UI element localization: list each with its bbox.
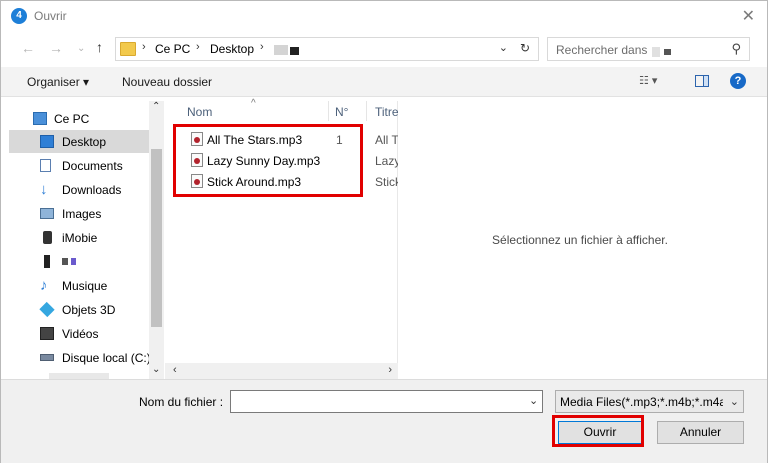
downloads-icon: ↓: [40, 181, 48, 198]
sidebar-item-label: Disque local (C:): [62, 351, 151, 365]
sidebar-item-images[interactable]: Images: [9, 202, 149, 225]
sidebar-item-label: Ce PC: [54, 112, 90, 126]
address-dropdown-icon[interactable]: ⌄: [499, 41, 508, 54]
desktop-icon: [40, 135, 54, 148]
sidebar-item-videos[interactable]: Vidéos: [9, 322, 149, 345]
filename-input[interactable]: [230, 390, 543, 413]
column-header-title[interactable]: Titre: [375, 105, 399, 125]
search-icon[interactable]: ⚲: [731, 41, 741, 57]
files-highlight-annotation: [173, 124, 363, 197]
sidebar-item-device[interactable]: [9, 250, 149, 273]
video-icon: [40, 327, 54, 340]
folder-icon: [120, 42, 136, 56]
file-type-value: Media Files(*.mp3;*.m4b;*.m4a: [560, 395, 723, 409]
sidebar-item-imobie[interactable]: iMobie: [9, 226, 149, 249]
breadcrumb-desktop[interactable]: Desktop: [210, 42, 254, 56]
back-arrow-icon[interactable]: ←: [21, 40, 35, 56]
scroll-down-icon[interactable]: ⌄: [152, 364, 160, 375]
column-header-number[interactable]: N°: [335, 105, 348, 125]
file-list-horizontal-scrollbar[interactable]: ‹ ›: [165, 363, 398, 379]
sidebar-item-label: Images: [62, 207, 102, 221]
music-icon: ♪: [40, 277, 48, 294]
redacted-search-text: [664, 49, 671, 55]
sidebar-item-label: Objets 3D: [62, 303, 116, 317]
open-button-highlight-annotation: [552, 415, 644, 447]
redacted-crumb: [274, 45, 288, 55]
scroll-left-icon[interactable]: ‹: [173, 364, 177, 376]
up-arrow-icon[interactable]: ↑: [96, 39, 103, 55]
sidebar-item-label: Documents: [62, 159, 123, 173]
filename-dropdown-icon[interactable]: ⌄: [529, 394, 538, 407]
sidebar-item-label: Vidéos: [62, 327, 99, 341]
scrollbar-thumb[interactable]: [151, 149, 162, 327]
phone-icon: [43, 231, 52, 244]
dialog-footer: Nom du fichier : ⌄ Media Files(*.mp3;*.m…: [1, 379, 767, 463]
sidebar-item-label: Downloads: [62, 183, 122, 197]
column-header-name[interactable]: Nom: [187, 105, 212, 125]
sidebar-item-downloads[interactable]: ↓ Downloads: [9, 178, 149, 201]
scroll-up-icon[interactable]: ⌃: [152, 101, 160, 112]
filename-label: Nom du fichier :: [139, 395, 224, 409]
help-icon[interactable]: ?: [730, 73, 746, 89]
breadcrumb-ce-pc[interactable]: Ce PC: [155, 42, 190, 56]
device-icon: [44, 255, 50, 268]
forward-arrow-icon[interactable]: →: [49, 40, 63, 56]
documents-icon: [40, 159, 51, 172]
sidebar-item-label: Desktop: [62, 135, 107, 149]
search-placeholder: Rechercher dans: [556, 43, 648, 57]
sidebar-item-label: Musique: [62, 279, 108, 293]
cube-icon: [39, 301, 55, 318]
column-divider[interactable]: [366, 101, 367, 121]
file-title: Lazy: [375, 154, 398, 168]
address-bar[interactable]: › Ce PC › Desktop › ⌄ ↻: [115, 37, 539, 61]
close-icon[interactable]: ✕: [742, 6, 755, 26]
images-icon: [40, 208, 54, 219]
redacted-search-text: [652, 47, 660, 57]
chevron-down-icon[interactable]: ⌄: [730, 395, 739, 408]
file-title: All T: [375, 133, 398, 147]
navigation-pane: Ce PC Desktop Documents ↓ Downloads Imag…: [9, 101, 164, 379]
sidebar-item-desktop[interactable]: Desktop: [9, 130, 149, 153]
preview-pane: Sélectionnez un fichier à afficher.: [399, 101, 761, 379]
redacted-label: [62, 258, 68, 265]
redacted-label: [71, 258, 76, 265]
command-toolbar: Organiser ▾ Nouveau dossier ☷ ▾ ?: [1, 67, 767, 97]
navigation-bar: ← → ⌄ ↑ › Ce PC › Desktop › ⌄ ↻ Recherch…: [1, 35, 767, 63]
crumb-separator-icon[interactable]: ›: [196, 41, 200, 53]
preview-message: Sélectionnez un fichier à afficher.: [492, 233, 668, 247]
sidebar-scrollbar[interactable]: ⌃ ⌄: [149, 101, 164, 379]
sidebar-item-disque-local[interactable]: Disque local (C:): [9, 346, 151, 369]
computer-icon: [33, 112, 47, 125]
refresh-icon[interactable]: ↻: [520, 41, 530, 55]
view-options-icon[interactable]: ☷ ▾: [639, 74, 657, 87]
preview-pane-icon[interactable]: [695, 75, 709, 87]
sidebar-item-label: iMobie: [62, 231, 98, 245]
recent-locations-chevron-icon[interactable]: ⌄: [77, 43, 85, 54]
search-box[interactable]: Rechercher dans ⚲: [547, 37, 750, 61]
redacted-crumb: [290, 47, 299, 55]
sort-ascending-icon: ^: [251, 98, 256, 109]
sidebar-item-documents[interactable]: Documents: [9, 154, 149, 177]
window-title: Ouvrir: [34, 9, 67, 23]
open-file-dialog: 4 Ouvrir ✕ ← → ⌄ ↑ › Ce PC › Desktop › ⌄…: [0, 0, 768, 463]
app-icon: 4: [11, 8, 27, 24]
new-folder-button[interactable]: Nouveau dossier: [122, 75, 212, 89]
crumb-separator-icon[interactable]: ›: [260, 41, 264, 53]
scroll-right-icon[interactable]: ›: [388, 364, 392, 376]
cancel-button[interactable]: Annuler: [657, 421, 744, 444]
title-bar: 4 Ouvrir ✕: [1, 1, 767, 31]
drive-icon: [40, 354, 54, 361]
crumb-separator-icon[interactable]: ›: [142, 41, 146, 53]
sidebar-item-musique[interactable]: ♪ Musique: [9, 274, 149, 297]
file-title: Stick: [375, 175, 398, 189]
organise-button[interactable]: Organiser ▾: [27, 75, 89, 89]
sidebar-item-objets-3d[interactable]: Objets 3D: [9, 298, 149, 321]
sidebar-item-ce-pc[interactable]: Ce PC: [9, 107, 149, 130]
column-divider[interactable]: [328, 101, 329, 121]
file-type-select[interactable]: Media Files(*.mp3;*.m4b;*.m4a ⌄: [555, 390, 744, 413]
